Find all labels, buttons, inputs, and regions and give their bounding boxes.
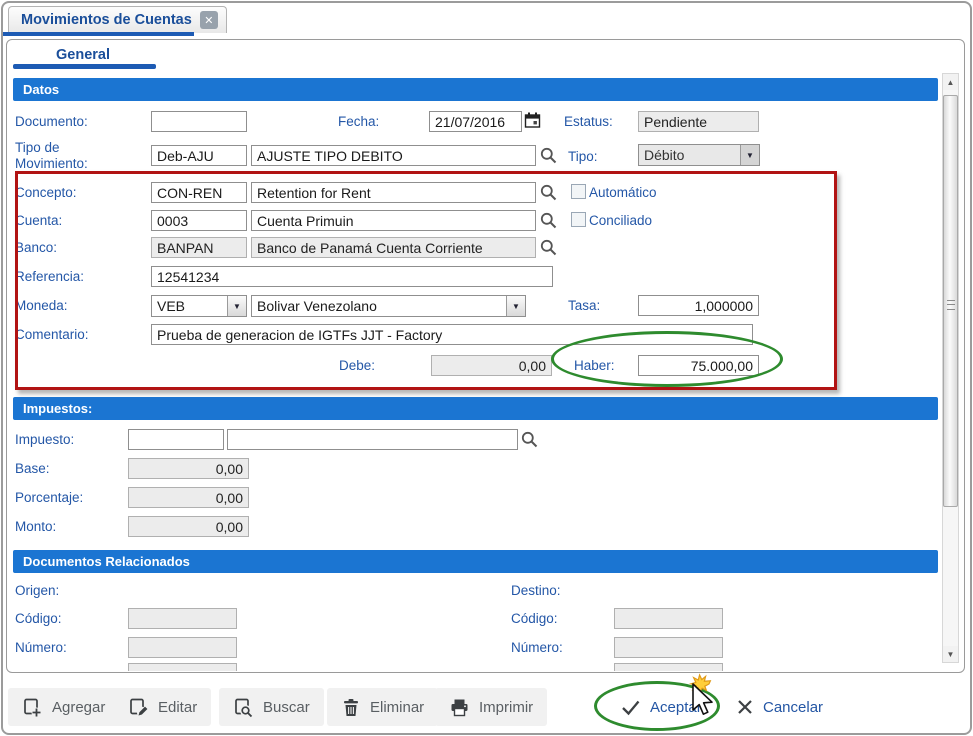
tipo-dropdown[interactable]: Débito ▼ [638,144,760,166]
chevron-down-icon[interactable]: ▼ [740,145,759,165]
cancelar-button[interactable]: Cancelar [722,688,837,726]
banco-code-field [151,237,247,258]
section-header-documentos: Documentos Relacionados [13,550,938,573]
chevron-down-icon[interactable]: ▼ [227,296,246,316]
destino-codigo-label: Código: [511,611,558,626]
conciliado-checkbox[interactable] [571,212,586,227]
monto-field [128,516,249,537]
origen-codigo-label: Código: [15,611,62,626]
banco-label: Banco: [15,240,57,255]
moneda-code-dropdown[interactable]: VEB ▼ [151,295,247,317]
tipo-movimiento-label: Tipo de Movimiento: [15,140,88,172]
cuenta-desc-input[interactable] [251,210,536,231]
impuesto-label: Impuesto: [15,432,74,447]
scrollbar-grip-icon [947,300,955,310]
edit-document-icon [128,697,149,718]
concepto-code-input[interactable] [151,182,247,203]
trash-icon [341,697,361,718]
documento-label: Documento: [15,114,88,129]
base-field [128,458,249,479]
form-panel: General Datos Documento: Fecha: Estatus:… [6,39,965,673]
check-icon [620,698,641,717]
imprimir-button[interactable]: Imprimir [435,688,547,726]
add-document-icon [22,697,43,718]
destino-label: Destino: [511,583,561,598]
vertical-scrollbar[interactable]: ▲ ▼ [942,73,959,663]
editar-button[interactable]: Editar [114,688,211,726]
section-header-datos: Datos [13,78,938,101]
banco-desc-field [251,237,536,258]
agregar-button[interactable]: Agregar [8,688,119,726]
monto-label: Monto: [15,519,56,534]
fecha-input[interactable] [429,111,522,132]
comentario-input[interactable] [151,324,753,345]
debe-label: Debe: [339,358,375,373]
destino-codigo-field [614,608,723,629]
origen-numero-field [128,637,237,658]
scrollbar-thumb[interactable] [943,95,958,507]
search-icon[interactable] [521,431,538,448]
porcentaje-field [128,487,249,508]
cuenta-code-input[interactable] [151,210,247,231]
moneda-desc-dropdown[interactable]: Bolivar Venezolano ▼ [251,295,526,317]
search-icon[interactable] [540,184,557,201]
tab-general[interactable]: General [56,47,110,63]
scroll-down-button[interactable]: ▼ [943,646,958,662]
app-window: Movimientos de Cuentas ✕ General Datos D… [0,0,973,736]
haber-input[interactable] [638,355,759,376]
tab-general-indicator [13,64,156,69]
destino-numero-field [614,637,723,658]
impuesto-code-input[interactable] [128,429,224,450]
estatus-field [638,111,759,132]
tipo-movimiento-desc-input[interactable] [251,145,536,166]
documento-input[interactable] [151,111,247,132]
scroll-up-button[interactable]: ▲ [943,74,958,90]
impuesto-desc-input[interactable] [227,429,518,450]
tipo-label: Tipo: [568,149,598,164]
printer-icon [449,697,470,718]
search-document-icon [233,697,254,718]
porcentaje-label: Porcentaje: [15,490,83,505]
calendar-icon[interactable] [524,112,541,129]
estatus-label: Estatus: [564,114,613,129]
clipped-row [7,660,937,671]
automatico-checkbox[interactable] [571,184,586,199]
cuenta-label: Cuenta: [15,213,62,228]
moneda-label: Moneda: [15,298,68,313]
destino-extra-field [614,663,723,671]
search-icon[interactable] [540,239,557,256]
tipo-movimiento-code-input[interactable] [151,145,247,166]
base-label: Base: [15,461,50,476]
search-icon[interactable] [540,212,557,229]
aceptar-button[interactable]: Aceptar [606,688,716,726]
close-icon[interactable]: ✕ [200,11,218,29]
referencia-label: Referencia: [15,269,84,284]
concepto-desc-input[interactable] [251,182,536,203]
referencia-input[interactable] [151,266,553,287]
automatico-label: Automático [589,185,657,200]
tasa-label: Tasa: [568,298,600,313]
concepto-label: Concepto: [15,185,77,200]
tab-title: Movimientos de Cuentas [21,12,192,28]
conciliado-label: Conciliado [589,213,652,228]
tasa-input[interactable] [638,295,759,316]
fecha-label: Fecha: [338,114,379,129]
comentario-label: Comentario: [15,327,89,342]
buscar-button[interactable]: Buscar [219,688,324,726]
search-icon[interactable] [540,147,557,164]
section-header-impuestos: Impuestos: [13,397,938,420]
haber-label: Haber: [574,358,615,373]
origen-extra-field [128,663,237,671]
origen-numero-label: Número: [15,640,67,655]
tab-movimientos-de-cuentas[interactable]: Movimientos de Cuentas ✕ [8,6,227,33]
origen-codigo-field [128,608,237,629]
x-icon [736,698,754,716]
chevron-down-icon[interactable]: ▼ [506,296,525,316]
eliminar-button[interactable]: Eliminar [327,688,438,726]
active-tab-indicator [3,32,194,36]
destino-numero-label: Número: [511,640,563,655]
debe-field [431,355,552,376]
origen-label: Origen: [15,583,59,598]
